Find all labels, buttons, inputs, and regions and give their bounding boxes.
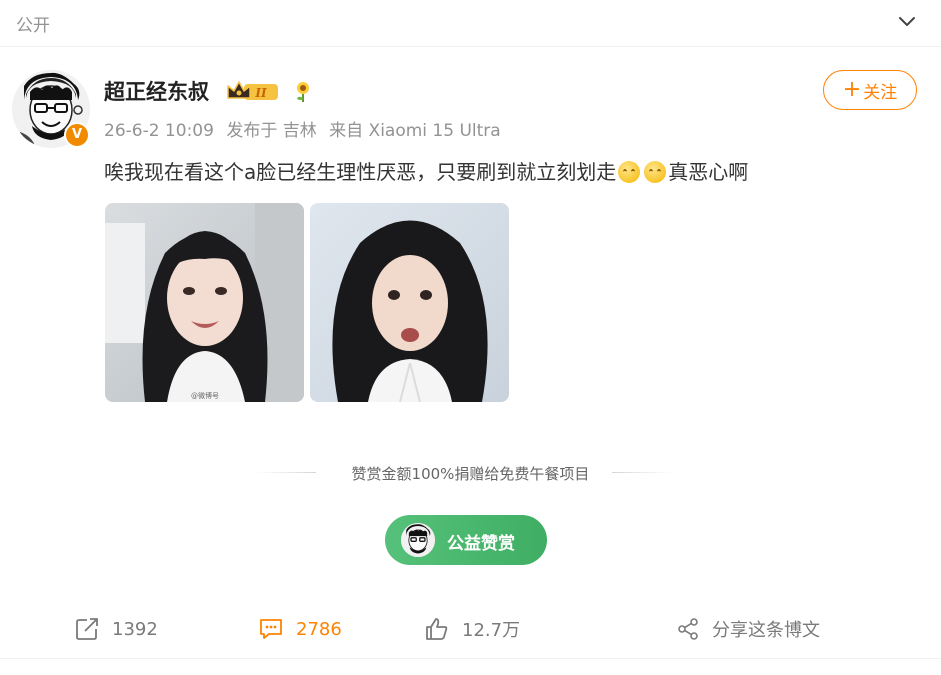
share-icon (678, 618, 698, 640)
repost-icon (76, 618, 98, 640)
avatar (401, 523, 435, 557)
follow-button[interactable]: + 关注 (823, 70, 917, 110)
post-text-end: 真恶心啊 (668, 160, 749, 184)
repost-count: 1392 (112, 618, 158, 640)
post-photo-1[interactable]: @微博号 (105, 203, 304, 402)
sad-face-icon (618, 161, 641, 183)
comment-button[interactable]: 2786 (258, 614, 342, 644)
sunflower-icon[interactable] (293, 81, 313, 103)
verified-badge: V (64, 122, 90, 148)
post-text-main: 唉我现在看这个a脸已经生理性厌恶，只要刷到就立刻划走 (104, 160, 617, 184)
photo-watermark: @微博号 (191, 391, 219, 400)
reward-button-label: 公益赞赏 (447, 534, 515, 554)
comment-count: 2786 (296, 618, 342, 640)
sad-face-icon (644, 161, 667, 183)
post-source: 来自 Xiaomi 15 Ultra (329, 121, 501, 141)
reward-note: 赞赏金额100%捐赠给免费午餐项目 (351, 465, 590, 483)
share-button[interactable]: 分享这条博文 (676, 614, 820, 644)
post-header-bar: 公开 (0, 0, 941, 47)
reward-button[interactable]: 公益赞赏 (385, 515, 547, 565)
author-avatar[interactable]: V (12, 70, 90, 148)
post-date[interactable]: 26-6-2 10:09 (104, 121, 214, 141)
post-photo-2[interactable] (310, 203, 509, 402)
repost-button[interactable]: 1392 (74, 614, 158, 644)
post-location: 发布于 吉林 (226, 121, 317, 141)
action-bar: 1392 2786 12.7万 分享这条博文 (0, 600, 941, 659)
author-name[interactable]: 超正经东叔 (104, 76, 209, 106)
comment-icon (260, 619, 282, 639)
share-label: 分享这条博文 (712, 620, 820, 641)
crown-badge-icon[interactable]: II (226, 80, 280, 104)
post-meta: 26-6-2 10:09 发布于 吉林 来自 Xiaomi 15 Ultra (104, 116, 508, 141)
like-button[interactable]: 12.7万 (424, 614, 520, 644)
visibility-label: 公开 (16, 16, 50, 36)
like-count: 12.7万 (462, 620, 521, 641)
chevron-down-icon[interactable] (894, 9, 920, 35)
follow-label: 关注 (863, 82, 898, 103)
plus-icon: + (842, 77, 862, 102)
badge-level: II (254, 86, 267, 100)
post-text: 唉我现在看这个a脸已经生理性厌恶，只要刷到就立刻划走 真恶心啊 (104, 156, 748, 185)
thumbs-up-icon (426, 618, 448, 640)
